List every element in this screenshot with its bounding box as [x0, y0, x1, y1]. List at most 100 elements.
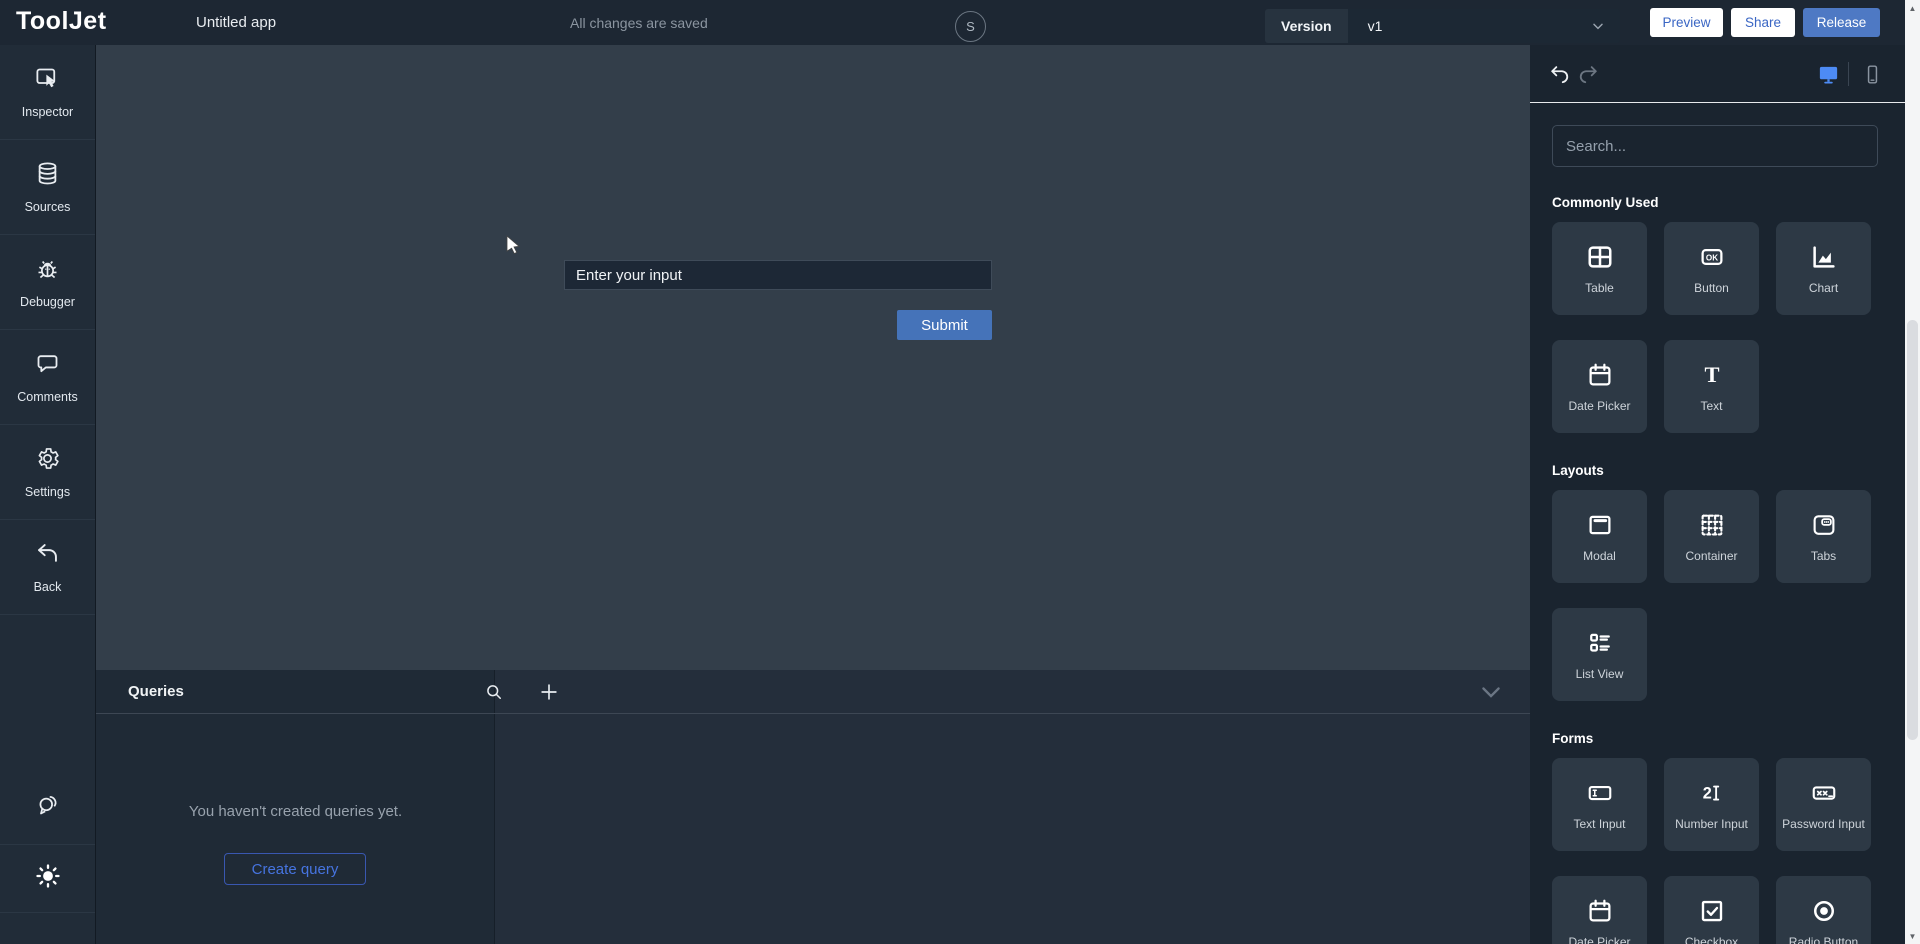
svg-text:T: T [1704, 361, 1719, 386]
svg-text:OK: OK [1705, 253, 1717, 262]
sun-icon [34, 862, 62, 895]
widget-card-modal[interactable]: Modal [1552, 490, 1647, 583]
widget-section: Layouts Modal Container Tabs List View [1552, 463, 1883, 701]
share-button[interactable]: Share [1731, 8, 1795, 37]
app-canvas[interactable]: Enter your input Submit [96, 45, 1530, 670]
back-arrow-icon [34, 540, 61, 572]
page-scrollbar[interactable]: ▲ ▼ [1905, 0, 1920, 944]
bug-icon [34, 255, 61, 287]
sidebar-item-label: Debugger [20, 295, 75, 309]
text-input-widget[interactable]: Enter your input [564, 260, 992, 290]
collapse-panel-icon[interactable] [1477, 678, 1505, 711]
chart-icon [1809, 242, 1839, 272]
theme-toggle-button[interactable] [0, 845, 95, 913]
version-selector: Version v1 [1265, 9, 1620, 43]
scrollbar-down-arrow[interactable]: ▼ [1905, 928, 1920, 944]
mobile-layout-icon[interactable] [1860, 62, 1884, 86]
release-button[interactable]: Release [1803, 8, 1880, 37]
widget-card-text[interactable]: T Text [1664, 340, 1759, 433]
autosave-status: All changes are saved [570, 15, 708, 31]
checkbox-icon [1697, 896, 1727, 926]
widget-section-title: Commonly Used [1552, 195, 1883, 210]
create-query-button[interactable]: Create query [224, 853, 366, 885]
modal-icon [1585, 510, 1615, 540]
sidebar-item-sources[interactable]: Sources [0, 140, 95, 235]
sidebar-item-label: Back [34, 580, 62, 594]
sidebar-item-label: Sources [25, 200, 71, 214]
widget-card-list-view[interactable]: List View [1552, 608, 1647, 701]
widget-card-label: Radio Button [1785, 935, 1862, 944]
datepicker-icon [1585, 360, 1615, 390]
widget-card-date-picker[interactable]: Date Picker [1552, 340, 1647, 433]
app-title[interactable]: Untitled app [196, 14, 276, 31]
submit-button-widget[interactable]: Submit [897, 310, 992, 340]
text-icon: T [1697, 360, 1727, 390]
widget-card-label: Date Picker [1564, 935, 1634, 944]
avatar[interactable]: S [955, 11, 986, 42]
widget-section-title: Layouts [1552, 463, 1883, 478]
sidebar-item-comments[interactable]: Comments [0, 330, 95, 425]
sidebar-item-label: Inspector [22, 105, 73, 119]
widget-card-label: Text Input [1569, 817, 1629, 832]
datepicker-icon [1585, 896, 1615, 926]
add-query-icon[interactable] [536, 679, 562, 705]
scrollbar-up-arrow[interactable]: ▲ [1905, 0, 1920, 16]
widget-card-table[interactable]: Table [1552, 222, 1647, 315]
widget-card-label: Text [1696, 399, 1726, 414]
widget-card-container[interactable]: Container [1664, 490, 1759, 583]
widget-card-label: Date Picker [1564, 399, 1634, 414]
sidebar-item-settings[interactable]: Settings [0, 425, 95, 520]
passwordinput-icon [1809, 778, 1839, 808]
widget-card-password-input[interactable]: Password Input [1776, 758, 1871, 851]
left-sidebar: Inspector Sources [0, 45, 96, 944]
widget-card-label: Button [1690, 281, 1733, 296]
button-icon: OK [1697, 242, 1727, 272]
container-icon [1697, 510, 1727, 540]
desktop-layout-icon[interactable] [1816, 62, 1840, 86]
tabs-icon [1809, 510, 1839, 540]
listview-icon [1585, 628, 1615, 658]
widget-card-label: Number Input [1671, 817, 1752, 832]
widget-card-label: Table [1581, 281, 1618, 296]
sidebar-item-debugger[interactable]: Debugger [0, 235, 95, 330]
widget-card-text-input[interactable]: Text Input [1552, 758, 1647, 851]
widget-card-label: Checkbox [1681, 935, 1742, 944]
tooljet-logo: ToolJet [16, 7, 107, 36]
widget-card-checkbox[interactable]: Checkbox [1664, 876, 1759, 944]
widget-search-input[interactable] [1552, 125, 1878, 167]
redo-icon[interactable] [1576, 62, 1600, 86]
widget-card-date-picker[interactable]: Date Picker [1552, 876, 1647, 944]
widget-card-label: Modal [1579, 549, 1620, 564]
undo-icon[interactable] [1548, 62, 1572, 86]
widget-card-label: Container [1681, 549, 1741, 564]
widgets-panel: Commonly Used Table OK Button Chart Date Pick… [1530, 45, 1905, 944]
sidebar-item-inspector[interactable]: Inspector [0, 45, 95, 140]
sidebar-item-back[interactable]: Back [0, 520, 95, 615]
table-icon [1585, 242, 1615, 272]
queries-panel: Queries You haven't created queries yet.… [96, 670, 1530, 944]
widget-card-tabs[interactable]: Tabs [1776, 490, 1871, 583]
widget-card-chart[interactable]: Chart [1776, 222, 1871, 315]
scrollbar-thumb[interactable] [1907, 320, 1918, 740]
sidebar-bottom [0, 770, 95, 913]
feedback-button[interactable] [0, 770, 95, 845]
widget-card-label: Tabs [1807, 549, 1840, 564]
mouse-cursor [506, 235, 524, 260]
preview-button[interactable]: Preview [1650, 8, 1723, 37]
widget-card-radio-button[interactable]: Radio Button [1776, 876, 1871, 944]
version-dropdown[interactable]: v1 [1348, 9, 1620, 43]
widget-card-label: List View [1572, 667, 1628, 682]
comment-icon [34, 350, 61, 382]
widget-card-label: Chart [1805, 281, 1842, 296]
widget-card-button[interactable]: OK Button [1664, 222, 1759, 315]
toolbar-divider [1848, 62, 1849, 86]
widgets-panel-toolbar [1530, 45, 1905, 103]
chat-bubbles-icon [34, 791, 62, 824]
sidebar-item-label: Comments [17, 390, 77, 404]
queries-header: Queries [96, 670, 1530, 714]
query-search-icon[interactable] [481, 679, 507, 705]
sidebar-item-label: Settings [25, 485, 70, 499]
widget-card-number-input[interactable]: 2Number Input [1664, 758, 1759, 851]
database-icon [34, 160, 61, 192]
header: ToolJet Untitled app All changes are sav… [0, 0, 1905, 45]
